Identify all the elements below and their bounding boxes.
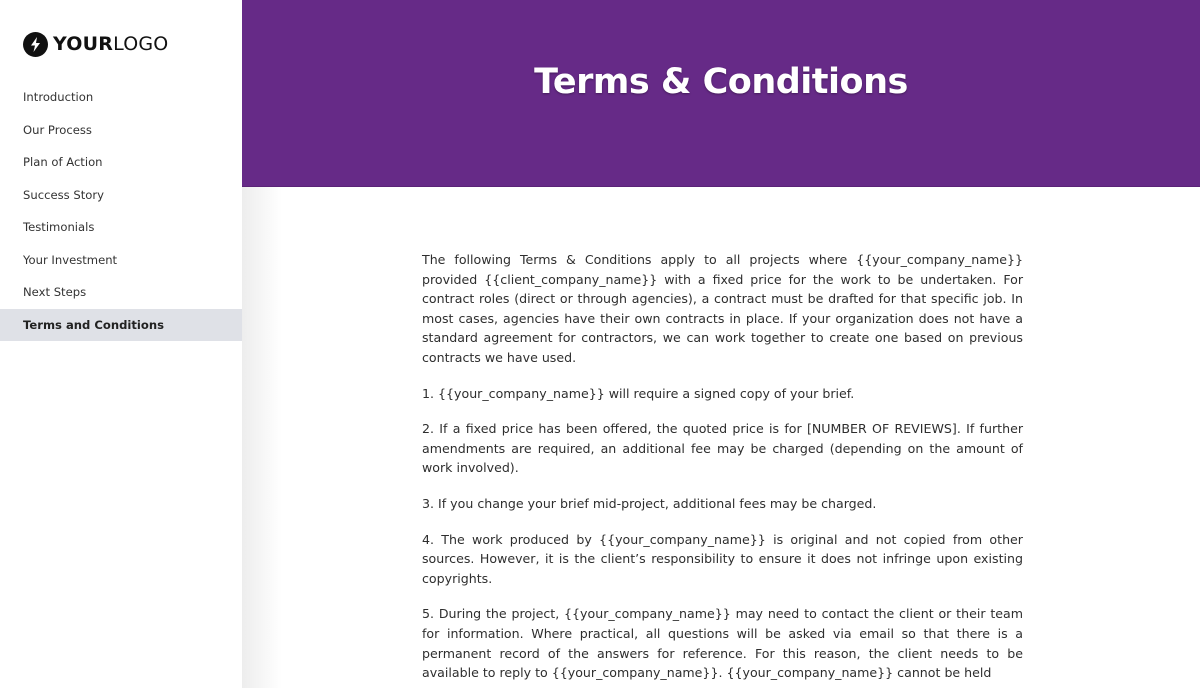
sidebar-item-plan-of-action[interactable]: Plan of Action (0, 146, 242, 179)
sidebar-nav: Introduction Our Process Plan of Action … (0, 81, 242, 341)
sidebar-item-introduction[interactable]: Introduction (0, 81, 242, 114)
sidebar-item-your-investment[interactable]: Your Investment (0, 244, 242, 277)
term-item: 3. If you change your brief mid-project,… (422, 495, 877, 511)
sidebar-item-success-story[interactable]: Success Story (0, 179, 242, 212)
term-item: 4. The work produced by {{your_company_n… (422, 531, 1023, 586)
terms-body: The following Terms & Conditions apply t… (422, 250, 1023, 699)
sidebar-item-next-steps[interactable]: Next Steps (0, 276, 242, 309)
sidebar-item-testimonials[interactable]: Testimonials (0, 211, 242, 244)
term-item: 1. {{your_company_name}} will require a … (422, 385, 855, 401)
lightning-bolt-icon (23, 31, 48, 57)
logo-text-light: LOGO (113, 33, 169, 55)
sidebar: YOURLOGO Introduction Our Process Plan o… (0, 0, 242, 688)
sidebar-item-our-process[interactable]: Our Process (0, 114, 242, 147)
page-title: Terms & Conditions (534, 62, 908, 102)
sidebar-item-terms-and-conditions[interactable]: Terms and Conditions (0, 308, 242, 341)
logo[interactable]: YOURLOGO (23, 31, 168, 57)
main-content: Terms & Conditions The following Terms &… (242, 0, 1200, 688)
logo-text: YOURLOGO (53, 31, 168, 57)
term-item: 2. If a fixed price has been offered, th… (422, 421, 1023, 476)
intro-paragraph: The following Terms & Conditions apply t… (422, 252, 1023, 365)
logo-text-bold: YOUR (53, 33, 114, 55)
page-banner: Terms & Conditions (242, 0, 1200, 187)
term-item: 5. During the project, {{your_company_na… (422, 606, 1023, 681)
